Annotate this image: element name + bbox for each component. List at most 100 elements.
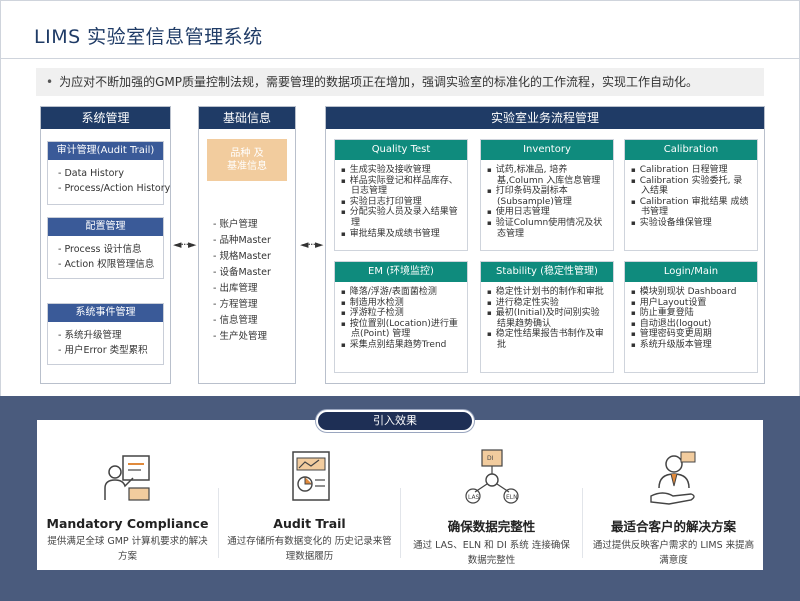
workflow-box: CalibrationCalibration 日程管理Calibration 实…: [624, 139, 758, 251]
workflow-item: 用户Layout设置: [631, 298, 751, 309]
basic-info-item: - 账户管理: [213, 219, 258, 230]
data-integrity-card: LAS ELN DI 确保数据完整性 通过 LAS、ELN 和 DI 系统 连接确保…: [401, 420, 582, 570]
intro-text: 为应对不断加强的GMP质量控制法规，需要管理的数据项正在增加，强调实验室的标准化…: [59, 75, 698, 89]
basic-info-items: - 账户管理 - 品种Master - 规格Master - 设备Master - 出库…: [203, 211, 281, 351]
workflow-header: 实验室业务流程管理: [326, 107, 764, 129]
workflow-panel: 实验室业务流程管理 Quality Test生成实验及接收管理样品实际登记和样品…: [325, 106, 765, 384]
las-label: LAS: [468, 494, 480, 501]
workflow-box-title: Inventory: [481, 140, 613, 160]
audit-trail-title: Audit Trail: [273, 516, 346, 531]
customer-solution-desc: 通过提供反映客户需求的 LIMS 来提高满意度: [592, 540, 755, 566]
intro-banner: • 为应对不断加强的GMP质量控制法规，需要管理的数据项正在增加，强调实验室的标准…: [36, 68, 764, 96]
workflow-box-title: Login/Main: [625, 262, 757, 282]
title-divider: [0, 58, 800, 59]
workflow-item: 审批结果及成绩书管理: [341, 229, 461, 240]
workflow-item: 样品实际登记和样品库存、日志管理: [341, 176, 461, 197]
customer-solution-icon: [583, 444, 764, 514]
workflow-item: Calibration 实验委托, 录入结果: [631, 176, 751, 197]
workflow-item: 最初(Initial)及时间别实验结果趋势确认: [487, 308, 607, 329]
audit-item: - Process/Action History: [58, 183, 171, 194]
workflow-item: 制造用水检测: [341, 298, 461, 309]
workflow-item: 模块别现状 Dashboard: [631, 287, 751, 298]
bidirectional-arrow-icon: ◄···►: [300, 238, 323, 251]
audit-document-icon: [219, 444, 400, 514]
system-events-items: - 系统升级管理 - 用户Error 类型累积: [48, 322, 163, 364]
basic-info-item: - 方程管理: [213, 299, 258, 310]
workflow-item: 采集点别结果趋势Trend: [341, 340, 461, 351]
workflow-box-title: Quality Test: [335, 140, 467, 160]
workflow-box: Inventory试药,标准品, 培养基,Column 入库信息管理打印条码及副…: [480, 139, 614, 251]
data-integrity-desc: 通过 LAS、ELN 和 DI 系统 连接确保数据完整性: [413, 540, 570, 566]
audit-trail-desc: 通过存储所有数据变化的 历史记录来管理数据履历: [227, 536, 392, 562]
di-label: DI: [487, 455, 494, 462]
workflow-item: 打印条码及副标本(Subsample)管理: [487, 186, 607, 207]
system-events-box: 系统事件管理 - 系统升级管理 - 用户Error 类型累积: [47, 303, 164, 365]
audit-trail-card: Audit Trail 通过存储所有数据变化的 历史记录来管理数据履历: [219, 420, 400, 570]
workflow-item: 稳定性计划书的制作和审批: [487, 287, 607, 298]
workflow-item: 使用日志管理: [487, 207, 607, 218]
workflow-item: 分配实验人员及录入结果管理: [341, 207, 461, 228]
eln-label: ELN: [506, 494, 518, 501]
basic-info-header: 基础信息: [199, 107, 295, 129]
workflow-box-items: 降落/浮游/表面菌检测制造用水检测浮游粒子检测按位置别(Location)进行重…: [335, 282, 467, 351]
workflow-box: Login/Main模块别现状 Dashboard用户Layout设置防止重复登…: [624, 261, 758, 373]
bullet-icon: •: [46, 75, 54, 89]
audit-item: - Data History: [58, 168, 124, 179]
workflow-item: 实验设备维保管理: [631, 218, 751, 229]
audit-mgmt-box: 审计管理(Audit Trail) - Data History - Proces…: [47, 141, 171, 205]
workflow-item: 管理密码变更周期: [631, 329, 751, 340]
config-mgmt-items: - Process 设计信息 - Action 权限管理信息: [48, 236, 163, 278]
event-item: - 系统升级管理: [58, 330, 122, 341]
page-title: LIMS 实验室信息管理系统: [34, 26, 263, 48]
workflow-item: 验证Column使用情况及状态管理: [487, 218, 607, 239]
customer-solution-card: 最适合客户的解决方案 通过提供反映客户需求的 LIMS 来提高满意度: [583, 420, 764, 570]
audit-mgmt-items: - Data History - Process/Action History: [48, 160, 171, 202]
workflow-item: 浮游粒子检测: [341, 308, 461, 319]
basic-info-item: - 生产处管理: [213, 331, 267, 342]
workflow-item: 稳定性结果报告书制作及审批: [487, 329, 607, 350]
workflow-item: 系统升级版本管理: [631, 340, 751, 351]
system-events-title: 系统事件管理: [48, 304, 163, 322]
workflow-box: Stability (稳定性管理)稳定性计划书的制作和审批进行稳定性实验最初(I…: [480, 261, 614, 373]
workflow-item: 进行稳定性实验: [487, 298, 607, 309]
workflow-box-items: 生成实验及接收管理样品实际登记和样品库存、日志管理实验日志打印管理分配实验人员及…: [335, 160, 467, 239]
master-info-badge: 品种 及 基准信息: [207, 139, 287, 181]
config-item: - Process 设计信息: [58, 244, 142, 255]
workflow-box-items: 试药,标准品, 培养基,Column 入库信息管理打印条码及副标本(Subsam…: [481, 160, 613, 239]
compliance-title: Mandatory Compliance: [46, 516, 209, 531]
config-item: - Action 权限管理信息: [58, 259, 155, 270]
basic-info-item: - 设备Master: [213, 267, 271, 278]
workflow-item: 实验日志打印管理: [341, 197, 461, 208]
workflow-item: 按位置别(Location)进行重点(Point) 管理: [341, 319, 461, 340]
workflow-box-items: 模块别现状 Dashboard用户Layout设置防止重复登陆自动退出(logo…: [625, 282, 757, 351]
bidirectional-arrow-icon: ◄···►: [173, 238, 196, 251]
audit-mgmt-title: 审计管理(Audit Trail): [48, 142, 163, 160]
config-mgmt-title: 配置管理: [48, 218, 163, 236]
system-mgmt-header: 系统管理: [41, 107, 170, 129]
data-integrity-network-icon: LAS ELN DI: [401, 444, 582, 514]
workflow-item: Calibration 日程管理: [631, 165, 751, 176]
basic-info-item: - 信息管理: [213, 315, 258, 326]
workflow-item: 试药,标准品, 培养基,Column 入库信息管理: [487, 165, 607, 186]
effects-pill: 引入效果: [316, 410, 474, 432]
event-item: - 用户Error 类型累积: [58, 345, 148, 356]
workflow-item: 自动退出(logout): [631, 319, 751, 330]
workflow-item: 生成实验及接收管理: [341, 165, 461, 176]
config-mgmt-box: 配置管理 - Process 设计信息 - Action 权限管理信息: [47, 217, 164, 279]
system-mgmt-panel: 系统管理 审计管理(Audit Trail) - Data History - P…: [40, 106, 171, 384]
compliance-card: Mandatory Compliance 提供满足全球 GMP 计算机要求的解决…: [37, 420, 218, 570]
compliance-presenter-icon: [37, 444, 218, 514]
workflow-box-title: Calibration: [625, 140, 757, 160]
workflow-box-title: EM (环境监控): [335, 262, 467, 282]
basic-info-panel: 基础信息 品种 及 基准信息 - 账户管理 - 品种Master - 规格Maste…: [198, 106, 296, 384]
basic-info-item: - 规格Master: [213, 251, 271, 262]
effects-cards: Mandatory Compliance 提供满足全球 GMP 计算机要求的解决…: [37, 420, 763, 570]
workflow-box-items: Calibration 日程管理Calibration 实验委托, 录入结果Ca…: [625, 160, 757, 229]
basic-info-item: - 品种Master: [213, 235, 271, 246]
workflow-item: 防止重复登陆: [631, 308, 751, 319]
workflow-item: 降落/浮游/表面菌检测: [341, 287, 461, 298]
customer-solution-title: 最适合客户的解决方案: [610, 519, 736, 534]
workflow-item: Calibration 审批结果 成绩书管理: [631, 197, 751, 218]
basic-info-item: - 出库管理: [213, 283, 258, 294]
workflow-box: EM (环境监控)降落/浮游/表面菌检测制造用水检测浮游粒子检测按位置别(Loc…: [334, 261, 468, 373]
